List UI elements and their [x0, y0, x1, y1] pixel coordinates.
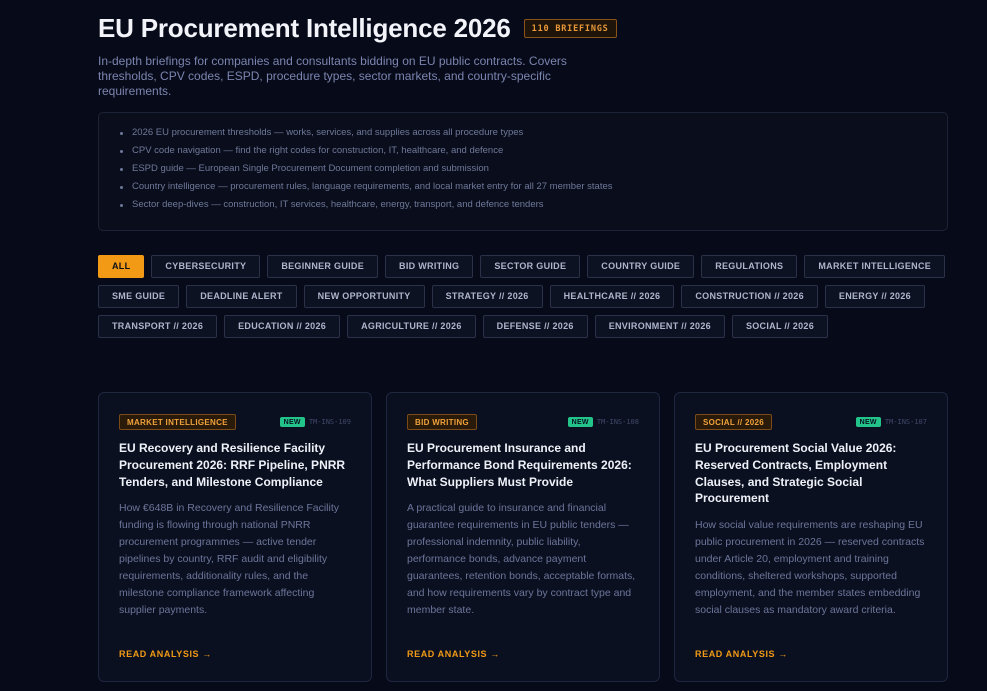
filter-construction-2026[interactable]: CONSTRUCTION // 2026: [681, 285, 818, 308]
card-id: TM-INS-109: [308, 417, 351, 426]
card-id: TM-INS-108: [596, 417, 639, 426]
filter-market-intelligence[interactable]: MARKET INTELLIGENCE: [804, 255, 946, 278]
briefing-card[interactable]: MARKET INTELLIGENCE NEW TM-INS-109 EU Re…: [98, 392, 372, 682]
filter-regulations[interactable]: REGULATIONS: [701, 255, 798, 278]
read-analysis-link[interactable]: READ ANALYSIS →: [119, 649, 212, 659]
new-badge: NEW: [567, 416, 593, 427]
briefing-card[interactable]: SOCIAL // 2026 NEW TM-INS-107 EU Procure…: [674, 392, 948, 682]
filter-deadline-alert[interactable]: DEADLINE ALERT: [186, 285, 297, 308]
card-meta: NEW TM-INS-107: [855, 416, 927, 427]
filter-strategy-2026[interactable]: STRATEGY // 2026: [431, 285, 543, 308]
filter-sector-guide[interactable]: SECTOR GUIDE: [480, 255, 581, 278]
highlight-item: 2026 EU procurement thresholds — works, …: [118, 124, 937, 142]
card-header: SOCIAL // 2026 NEW TM-INS-107: [695, 413, 927, 430]
filter-education-2026[interactable]: EDUCATION // 2026: [224, 315, 341, 338]
highlight-item: ESPD guide — European Single Procurement…: [118, 160, 937, 178]
filter-all[interactable]: ALL: [98, 255, 145, 278]
filter-new-opportunity[interactable]: NEW OPPORTUNITY: [303, 285, 425, 308]
filter-beginner-guide[interactable]: BEGINNER GUIDE: [267, 255, 379, 278]
header: EU Procurement Intelligence 2026 110 BRI…: [98, 12, 948, 44]
highlights-box: 2026 EU procurement thresholds — works, …: [98, 112, 948, 231]
card-header: BID WRITING NEW TM-INS-108: [407, 413, 639, 430]
highlight-item: Sector deep-dives — construction, IT ser…: [118, 196, 937, 214]
filter-country-guide[interactable]: COUNTRY GUIDE: [587, 255, 695, 278]
card-title[interactable]: EU Recovery and Resilience Facility Proc…: [119, 440, 351, 490]
briefings-count-badge: 110 BRIEFINGS: [523, 18, 617, 38]
read-analysis-link[interactable]: READ ANALYSIS →: [695, 649, 788, 659]
filter-energy-2026[interactable]: ENERGY // 2026: [824, 285, 925, 308]
category-badge: SOCIAL // 2026: [695, 413, 772, 430]
highlight-item: CPV code navigation — find the right cod…: [118, 142, 937, 160]
filter-sme-guide[interactable]: SME GUIDE: [98, 285, 180, 308]
card-id: TM-INS-107: [884, 417, 927, 426]
filter-defense-2026[interactable]: DEFENSE // 2026: [482, 315, 588, 338]
highlights-list: 2026 EU procurement thresholds — works, …: [118, 124, 937, 214]
card-meta: NEW TM-INS-109: [279, 416, 351, 427]
card-description: How €648B in Recovery and Resilience Fac…: [119, 502, 340, 617]
page-subtitle: In-depth briefings for companies and con…: [98, 54, 567, 98]
card-title[interactable]: EU Procurement Insurance and Performance…: [407, 440, 639, 490]
category-badge: MARKET INTELLIGENCE: [119, 413, 236, 430]
card-description: How social value requirements are reshap…: [695, 519, 925, 617]
highlight-item: Country intelligence — procurement rules…: [118, 178, 937, 196]
briefing-card[interactable]: BID WRITING NEW TM-INS-108 EU Procuremen…: [386, 392, 660, 682]
filter-healthcare-2026[interactable]: HEALTHCARE // 2026: [549, 285, 675, 308]
card-title[interactable]: EU Procurement Social Value 2026: Reserv…: [695, 440, 927, 507]
category-badge: BID WRITING: [407, 413, 477, 430]
filter-bar: ALL CYBERSECURITY BEGINNER GUIDE BID WRI…: [98, 255, 948, 338]
page-title: EU Procurement Intelligence 2026: [98, 12, 511, 43]
filter-bid-writing[interactable]: BID WRITING: [385, 255, 474, 278]
page-container: EU Procurement Intelligence 2026 110 BRI…: [98, 0, 948, 682]
card-meta: NEW TM-INS-108: [567, 416, 639, 427]
filter-agriculture-2026[interactable]: AGRICULTURE // 2026: [347, 315, 476, 338]
filter-environment-2026[interactable]: ENVIRONMENT // 2026: [594, 315, 725, 338]
filter-social-2026[interactable]: SOCIAL // 2026: [731, 315, 828, 338]
card-description: A practical guide to insurance and finan…: [407, 502, 636, 617]
read-analysis-link[interactable]: READ ANALYSIS →: [407, 649, 500, 659]
new-badge: NEW: [855, 416, 881, 427]
card-header: MARKET INTELLIGENCE NEW TM-INS-109: [119, 413, 351, 430]
filter-cybersecurity[interactable]: CYBERSECURITY: [151, 255, 261, 278]
new-badge: NEW: [279, 416, 305, 427]
filter-transport-2026[interactable]: TRANSPORT // 2026: [98, 315, 218, 338]
card-grid: MARKET INTELLIGENCE NEW TM-INS-109 EU Re…: [98, 392, 948, 682]
